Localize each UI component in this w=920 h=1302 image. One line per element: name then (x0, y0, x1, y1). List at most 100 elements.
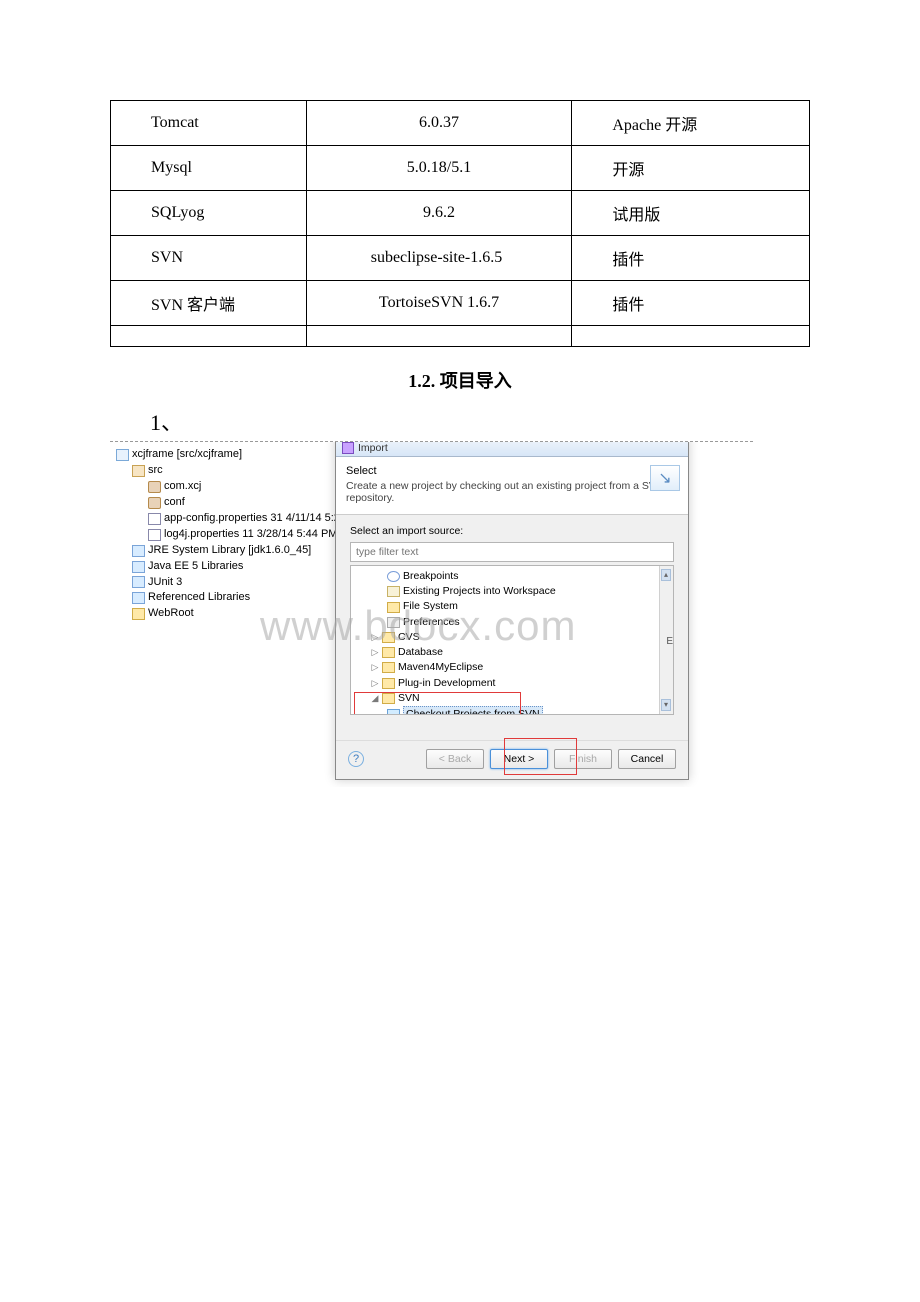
table-row: Tomcat 6.0.37 Apache 开源 (111, 101, 810, 146)
lib-label: JUnit 3 (148, 575, 182, 591)
library-node[interactable]: Referenced Libraries (116, 590, 330, 606)
src-folder[interactable]: src (116, 463, 330, 479)
cell: SVN (111, 236, 307, 281)
folder-icon (382, 662, 395, 673)
tree-item-preferences[interactable]: Preferences (355, 615, 669, 630)
import-dialog: Import Select Create a new project by ch… (335, 441, 689, 780)
next-button[interactable]: Next > (490, 749, 548, 769)
library-node[interactable]: Java EE 5 Libraries (116, 559, 330, 575)
tree-label: Maven4MyEclipse (398, 660, 483, 675)
src-label: src (148, 463, 163, 479)
scroll-label: E (666, 636, 673, 647)
project-explorer[interactable]: xcjframe [src/xcjframe] src com.xcj conf… (116, 447, 330, 622)
file-node[interactable]: log4j.properties 11 3/28/14 5:44 PM jian… (116, 527, 330, 543)
tree-item-breakpoints[interactable]: Breakpoints (355, 569, 669, 584)
cell: 6.0.37 (306, 101, 572, 146)
folder-icon (382, 632, 395, 643)
package-icon (148, 481, 161, 493)
tree-label: CVS (398, 630, 420, 645)
import-tree[interactable]: ▴ ▾ E Breakpoints Existing Projects into… (350, 565, 674, 715)
library-icon (132, 592, 145, 604)
package-icon (148, 497, 161, 509)
eclipse-screenshot: www.bdocx.com questMa ✎ Search xcjframe … (110, 441, 753, 787)
pkg-label: com.xcj (164, 479, 201, 495)
folder-icon (132, 608, 145, 620)
tree-label: SVN (398, 691, 420, 706)
cell: 试用版 (572, 191, 810, 236)
scroll-up-icon[interactable]: ▴ (661, 569, 671, 581)
tree-label: File System (403, 599, 458, 614)
source-label: Select an import source: (350, 525, 674, 537)
package-node[interactable]: conf (116, 495, 330, 511)
cell (306, 326, 572, 347)
folder-icon (382, 647, 395, 658)
file-icon (148, 529, 161, 541)
expand-icon[interactable]: ▷ (371, 646, 379, 659)
folder-icon (382, 678, 395, 689)
package-node[interactable]: com.xcj (116, 479, 330, 495)
tree-item-maven[interactable]: ▷ Maven4MyEclipse (355, 660, 669, 675)
lib-label: Java EE 5 Libraries (148, 559, 243, 575)
table-row: SVN subeclipse-site-1.6.5 插件 (111, 236, 810, 281)
library-icon (132, 545, 145, 557)
table-row: SQLyog 9.6.2 试用版 (111, 191, 810, 236)
cell: Mysql (111, 146, 307, 191)
tree-item-existing[interactable]: Existing Projects into Workspace (355, 584, 669, 599)
cell: 9.6.2 (306, 191, 572, 236)
dialog-description: Create a new project by checking out an … (346, 480, 678, 504)
import-arrow-icon: ↘ (650, 465, 680, 491)
svn-checkout-icon (387, 709, 400, 715)
tree-label: Plug-in Development (398, 676, 495, 691)
tree-item-database[interactable]: ▷Database (355, 645, 669, 660)
library-icon (132, 561, 145, 573)
section-title: 1.2. 项目导入 (110, 367, 810, 393)
pkg-label: conf (164, 495, 185, 511)
library-node[interactable]: JUnit 3 (116, 575, 330, 591)
dialog-titlebar[interactable]: Import (336, 441, 688, 457)
scroll-down-icon[interactable]: ▾ (661, 699, 671, 711)
cell: 插件 (572, 281, 810, 326)
help-button[interactable]: ? (348, 751, 364, 767)
collapse-icon[interactable]: ◢ (371, 692, 379, 705)
table-row: SVN 客户端 TortoiseSVN 1.6.7 插件 (111, 281, 810, 326)
cell: SVN 客户端 (111, 281, 307, 326)
dialog-footer: ? < Back Next > Finish Cancel (336, 740, 688, 779)
expand-icon[interactable]: ▷ (371, 677, 379, 690)
back-button: < Back (426, 749, 484, 769)
project-label: xcjframe [src/xcjframe] (132, 447, 242, 463)
cell: 插件 (572, 236, 810, 281)
file-node[interactable]: app-config.properties 31 4/11/14 5:20 PM… (116, 511, 330, 527)
tree-item-checkout[interactable]: Checkout Projects from SVN (355, 706, 669, 715)
project-root[interactable]: xcjframe [src/xcjframe] (116, 447, 330, 463)
expand-icon[interactable]: ▷ (371, 631, 379, 644)
expand-icon[interactable]: ▷ (371, 661, 379, 674)
cell: 5.0.18/5.1 (306, 146, 572, 191)
step-number: 1、 (110, 405, 810, 437)
dialog-header: Select Create a new project by checking … (336, 457, 688, 515)
cancel-button[interactable]: Cancel (618, 749, 676, 769)
table-row: Mysql 5.0.18/5.1 开源 (111, 146, 810, 191)
cell (111, 326, 307, 347)
file-icon (148, 513, 161, 525)
lib-label: JRE System Library [jdk1.6.0_45] (148, 543, 311, 559)
webroot-folder[interactable]: WebRoot (116, 606, 330, 622)
library-icon (132, 576, 145, 588)
tree-item-plugin[interactable]: ▷ Plug-in Development (355, 676, 669, 691)
table-row (111, 326, 810, 347)
lib-label: Referenced Libraries (148, 590, 250, 606)
cell: Apache 开源 (572, 101, 810, 146)
folder-icon (387, 602, 400, 613)
cell: TortoiseSVN 1.6.7 (306, 281, 572, 326)
source-folder-icon (132, 465, 145, 477)
folder-icon (387, 586, 400, 597)
tree-item-filesystem[interactable]: File System (355, 599, 669, 614)
tree-label: Existing Projects into Workspace (403, 584, 556, 599)
dialog-heading: Select (346, 465, 678, 477)
tree-item-cvs[interactable]: ▷ CVS (355, 630, 669, 645)
filter-input[interactable] (350, 542, 674, 562)
tree-item-svn[interactable]: ◢ SVN (355, 691, 669, 706)
cell: 开源 (572, 146, 810, 191)
env-table: Tomcat 6.0.37 Apache 开源 Mysql 5.0.18/5.1… (110, 100, 810, 347)
cell: SQLyog (111, 191, 307, 236)
library-node[interactable]: JRE System Library [jdk1.6.0_45] (116, 543, 330, 559)
